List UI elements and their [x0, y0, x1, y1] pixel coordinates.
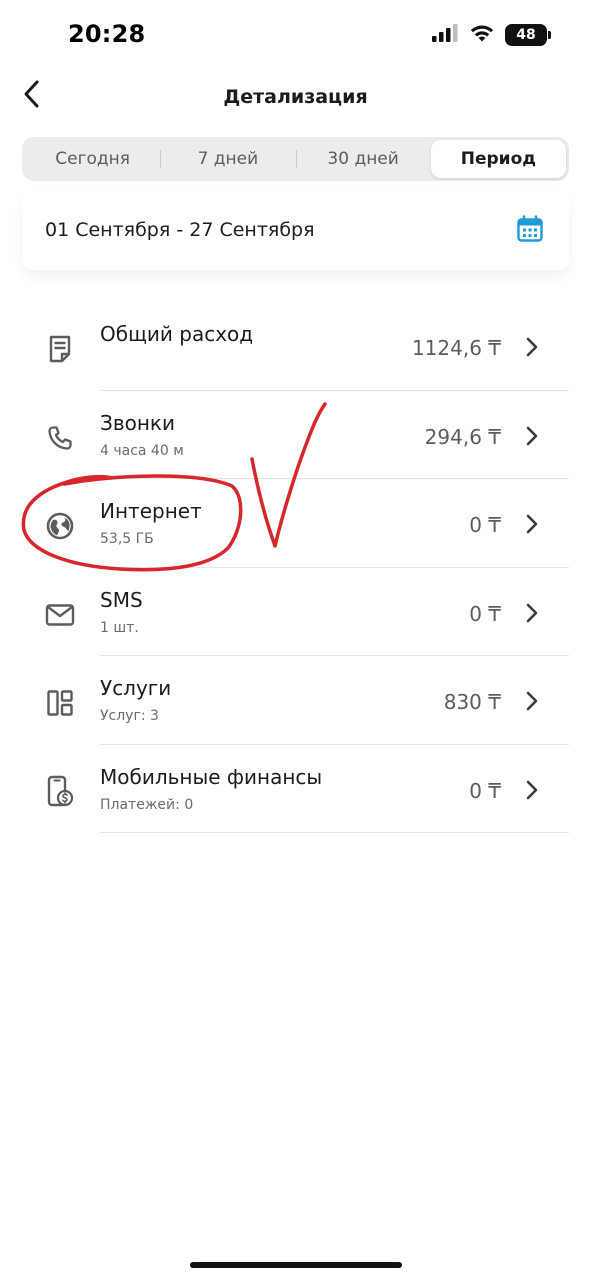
list-item-title: SMS — [100, 587, 143, 612]
list-item-title: Звонки — [100, 410, 175, 435]
chevron-right-icon — [523, 425, 541, 447]
list-item-services[interactable]: Услуги Услуг: 3 830 ₸ — [0, 656, 591, 745]
tab-7-days[interactable]: 7 дней — [160, 140, 295, 178]
envelope-icon — [43, 598, 77, 632]
list-item-title: Услуги — [100, 676, 172, 700]
period-tabs: Сегодня 7 дней 30 дней Период — [22, 137, 569, 181]
list-item-value: 294,6 ₸ — [424, 424, 501, 449]
status-icons: 48 — [431, 23, 551, 47]
mobile-payment-icon — [43, 775, 77, 809]
battery-icon: 48 — [505, 24, 551, 46]
status-time: 20:28 — [68, 20, 146, 48]
page-title: Детализация — [223, 86, 368, 108]
list-item-value: 0 ₸ — [469, 778, 501, 803]
chevron-right-icon — [523, 779, 541, 801]
signal-icon — [431, 23, 459, 47]
list-item-subtitle: 4 часа 40 м — [100, 442, 184, 459]
receipt-icon — [43, 332, 77, 366]
home-indicator — [190, 1262, 402, 1268]
globe-icon — [43, 509, 77, 543]
tab-period[interactable]: Период — [430, 140, 566, 178]
header: Детализация — [0, 70, 591, 126]
date-range-card[interactable]: 01 Сентября - 27 Сентября — [22, 192, 569, 270]
list-item-internet[interactable]: Интернет 53,5 ГБ 0 ₸ — [0, 479, 591, 568]
list-item-title: Общий расход — [100, 322, 254, 346]
list-item-total[interactable]: Общий расход 1124,6 ₸ — [0, 302, 591, 391]
chevron-right-icon — [523, 602, 541, 624]
services-grid-icon — [43, 686, 77, 720]
list-item-value: 0 ₸ — [469, 513, 501, 537]
tab-today[interactable]: Сегодня — [25, 140, 160, 178]
list-item-subtitle: 1 шт. — [100, 619, 139, 636]
list-item-mobile-finance[interactable]: Мобильные финансы Платежей: 0 0 ₸ — [0, 745, 591, 834]
list-item-value: 1124,6 ₸ — [411, 336, 501, 360]
tab-30-days[interactable]: 30 дней — [295, 140, 431, 178]
list-item-subtitle: 53,5 ГБ — [100, 531, 154, 547]
list-item-subtitle: Услуг: 3 — [100, 708, 159, 724]
expense-list: Общий расход 1124,6 ₸ Звонки 4 часа 40 м… — [0, 302, 591, 833]
list-item-subtitle: Платежей: 0 — [100, 796, 194, 813]
list-item-value: 830 ₸ — [443, 690, 501, 714]
calendar-button[interactable] — [513, 214, 547, 248]
list-item-sms[interactable]: SMS 1 шт. 0 ₸ — [0, 568, 591, 657]
chevron-right-icon — [523, 336, 541, 358]
list-item-title: Интернет — [100, 499, 202, 523]
phone-icon — [43, 421, 77, 455]
calendar-icon — [516, 215, 544, 247]
list-item-value: 0 ₸ — [469, 601, 501, 626]
list-item-calls[interactable]: Звонки 4 часа 40 м 294,6 ₸ — [0, 391, 591, 480]
status-bar: 20:28 48 — [0, 0, 591, 70]
list-item-title: Мобильные финансы — [100, 764, 323, 789]
chevron-right-icon — [523, 690, 541, 712]
date-range-text: 01 Сентября - 27 Сентября — [45, 219, 315, 241]
chevron-right-icon — [523, 513, 541, 535]
wifi-icon — [469, 23, 495, 47]
